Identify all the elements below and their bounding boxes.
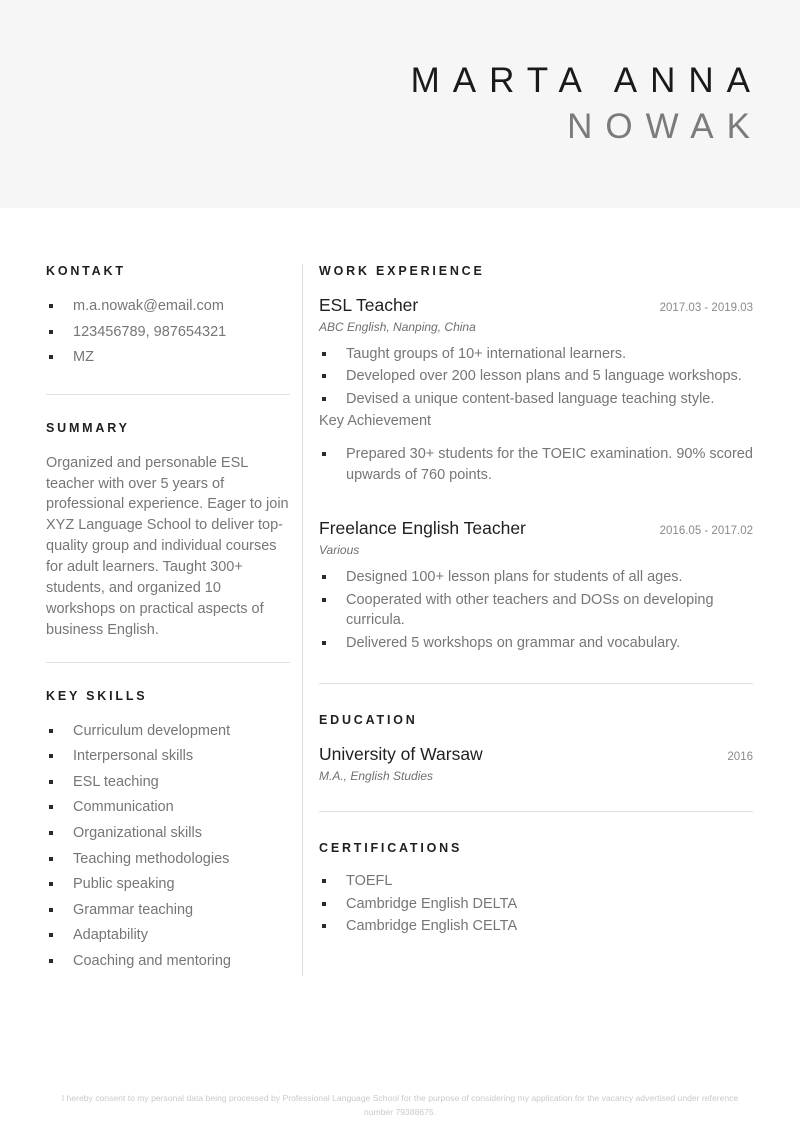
list-item: Cooperated with other teachers and DOSs … bbox=[319, 590, 753, 631]
job-date: 2016.05 - 2017.02 bbox=[659, 525, 753, 538]
job-subtitle: Various bbox=[319, 542, 360, 557]
last-name: NOWAK bbox=[567, 107, 763, 146]
list-item: Delivered 5 workshops on grammar and voc… bbox=[319, 633, 753, 654]
job-title: Freelance English Teacher bbox=[319, 518, 526, 539]
skills-list: Curriculum development Interpersonal ski… bbox=[46, 721, 290, 972]
summary-section-title: SUMMARY bbox=[46, 420, 130, 435]
list-item: MZ bbox=[46, 347, 290, 368]
certifications-list: TOEFL Cambridge English DELTA Cambridge … bbox=[319, 871, 753, 937]
certifications-section: CERTIFICATIONS TOEFL Cambridge English D… bbox=[319, 841, 753, 937]
entry-header: Freelance English Teacher 2016.05 - 2017… bbox=[319, 517, 753, 540]
list-item: Devised a unique content-based language … bbox=[319, 389, 753, 410]
first-name: MARTA ANNA bbox=[410, 60, 763, 100]
contact-section-title: KONTAKT bbox=[46, 264, 126, 278]
education-section-title: EDUCATION bbox=[319, 713, 418, 728]
job-bullets: Designed 100+ lesson plans for students … bbox=[319, 567, 753, 653]
job-title: ESL Teacher bbox=[319, 295, 419, 315]
school-name: University of Warsaw bbox=[319, 744, 483, 765]
work-experience-section: WORK EXPERIENCE ESL Teacher 2017.03 - 20… bbox=[319, 264, 753, 653]
certifications-section-title: CERTIFICATIONS bbox=[319, 841, 463, 856]
entry-header: ESL Teacher 2017.03 - 2019.03 bbox=[319, 294, 753, 317]
main-column: WORK EXPERIENCE ESL Teacher 2017.03 - 20… bbox=[303, 264, 800, 939]
list-item: 123456789, 987654321 bbox=[46, 322, 290, 343]
skills-section-title: KEY SKILLS bbox=[46, 688, 148, 703]
skills-section: KEY SKILLS Curriculum development Interp… bbox=[46, 689, 290, 972]
experience-entry: Freelance English Teacher 2016.05 - 2017… bbox=[319, 517, 753, 653]
job-bullets: Taught groups of 10+ international learn… bbox=[319, 344, 753, 410]
list-item: Taught groups of 10+ international learn… bbox=[319, 344, 753, 365]
list-item: Curriculum development bbox=[46, 721, 290, 742]
education-section: EDUCATION University of Warsaw 2016 M.A.… bbox=[319, 713, 753, 783]
list-item: Developed over 200 lesson plans and 5 la… bbox=[319, 366, 753, 387]
list-item: Adaptability bbox=[46, 925, 290, 946]
contact-list: m.a.nowak@email.com 123456789, 987654321… bbox=[46, 296, 290, 368]
list-item: Public speaking bbox=[46, 874, 290, 895]
achievement-bullets: Prepared 30+ students for the TOEIC exam… bbox=[319, 444, 753, 485]
entry-header: University of Warsaw 2016 bbox=[319, 743, 753, 766]
resume-header: MARTA ANNA NOWAK bbox=[0, 0, 800, 208]
resume-page: MARTA ANNA NOWAK KONTAKT m.a.nowak@email… bbox=[0, 0, 800, 1132]
list-item: ESL teaching bbox=[46, 772, 290, 793]
experience-entry: ESL Teacher 2017.03 - 2019.03 ABC Englis… bbox=[319, 294, 753, 485]
list-item: Cambridge English DELTA bbox=[319, 894, 753, 915]
resume-body: KONTAKT m.a.nowak@email.com 123456789, 9… bbox=[0, 208, 800, 977]
degree-subtitle: M.A., English Studies bbox=[319, 769, 434, 784]
list-item: Prepared 30+ students for the TOEIC exam… bbox=[319, 444, 753, 485]
list-item: TOEFL bbox=[319, 871, 753, 892]
list-item: Coaching and mentoring bbox=[46, 951, 290, 972]
summary-section: SUMMARY Organized and personable ESL tea… bbox=[46, 421, 290, 641]
list-item: Organizational skills bbox=[46, 823, 290, 844]
education-entry: University of Warsaw 2016 M.A., English … bbox=[319, 743, 753, 783]
list-item: Interpersonal skills bbox=[46, 746, 290, 767]
consent-footer: I hereby consent to my personal data bei… bbox=[61, 1092, 739, 1117]
summary-text: Organized and personable ESL teacher wit… bbox=[46, 454, 289, 638]
list-item: Cambridge English CELTA bbox=[319, 916, 753, 937]
key-achievement-label: Key Achievement bbox=[319, 413, 432, 430]
list-item: m.a.nowak@email.com bbox=[46, 296, 290, 317]
list-item: Communication bbox=[46, 797, 290, 818]
job-subtitle: ABC English, Nanping, China bbox=[319, 319, 476, 334]
education-date: 2016 bbox=[727, 751, 753, 764]
list-item: Teaching methodologies bbox=[46, 849, 290, 870]
sidebar: KONTAKT m.a.nowak@email.com 123456789, 9… bbox=[0, 264, 302, 976]
work-section-title: WORK EXPERIENCE bbox=[319, 264, 485, 278]
job-date: 2017.03 - 2019.03 bbox=[659, 302, 753, 314]
list-item: Grammar teaching bbox=[46, 900, 290, 921]
contact-section: KONTAKT m.a.nowak@email.com 123456789, 9… bbox=[46, 264, 290, 368]
list-item: Designed 100+ lesson plans for students … bbox=[319, 567, 753, 588]
